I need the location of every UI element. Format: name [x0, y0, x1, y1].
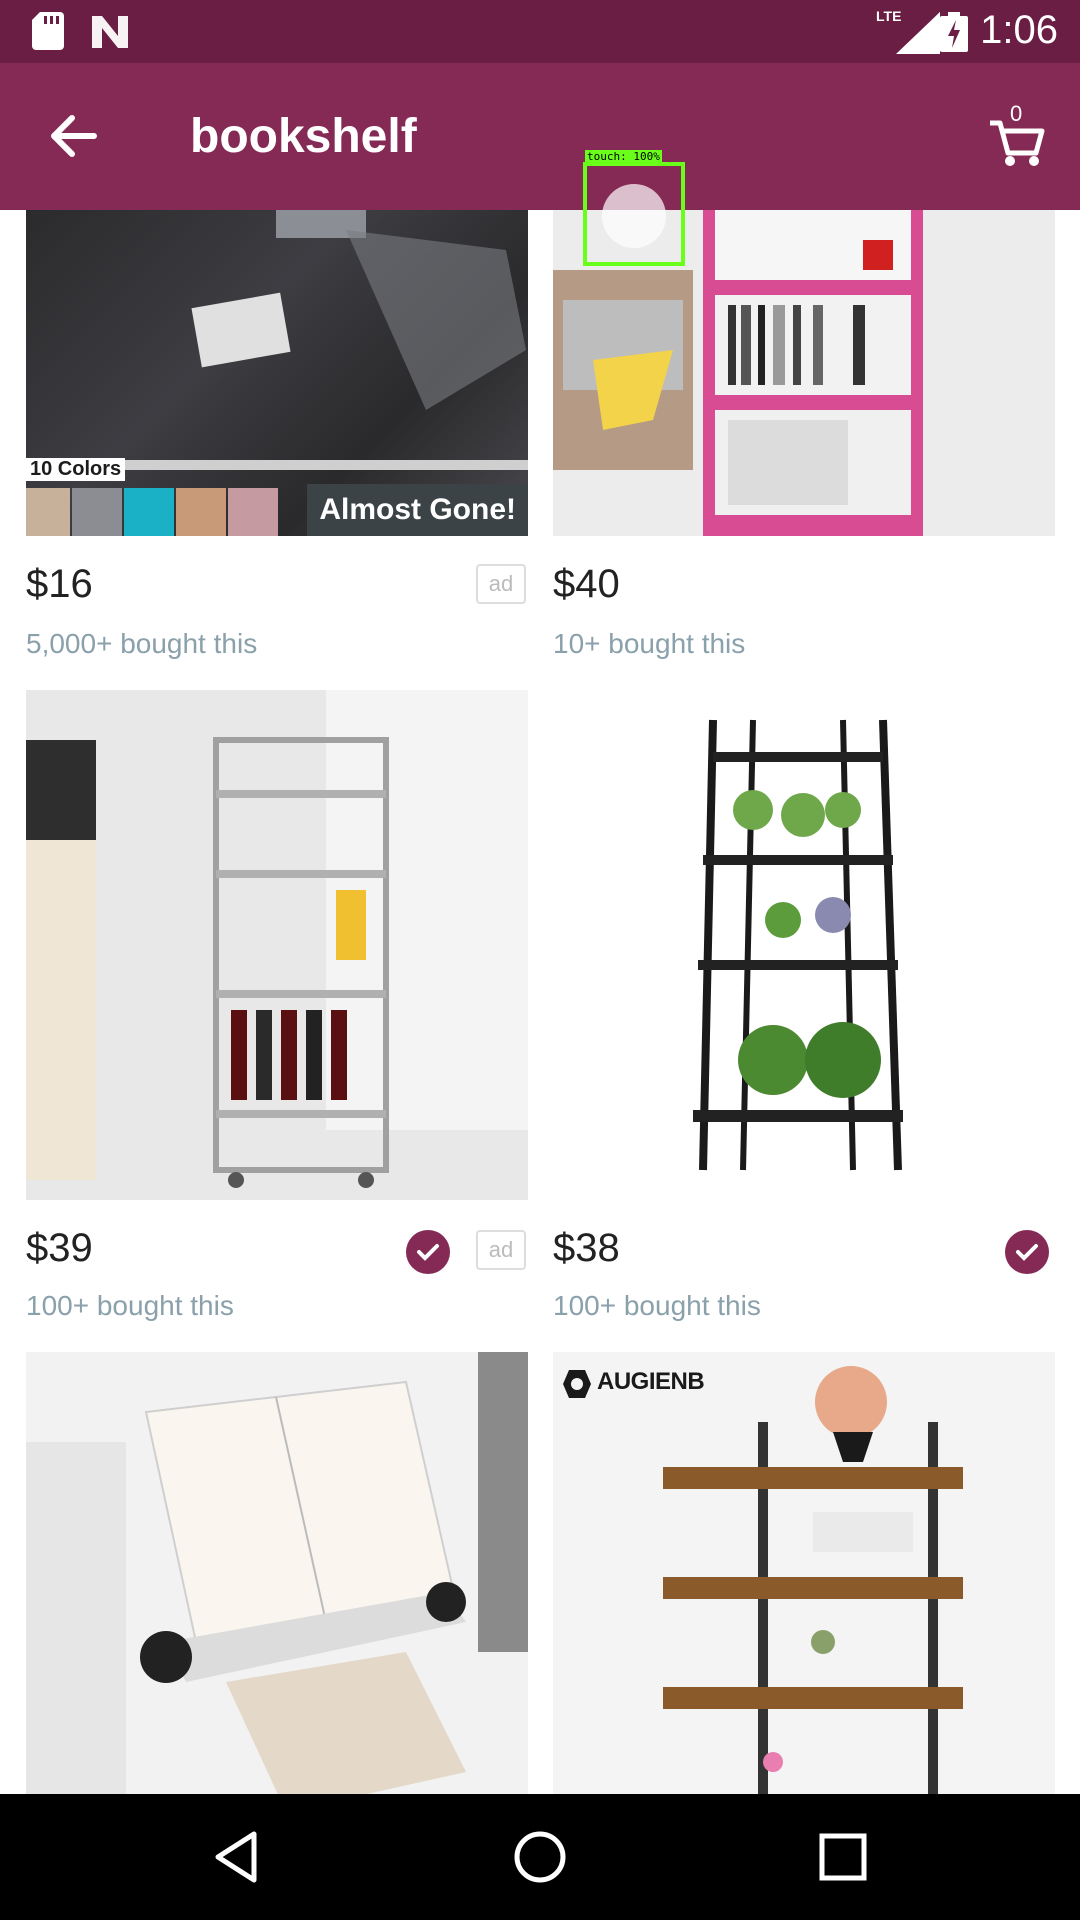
- colors-label: 10 Colors: [26, 458, 126, 481]
- book-stand-illustration: [26, 1352, 528, 1794]
- recents-square-icon[interactable]: [808, 1822, 878, 1892]
- touch-point: [602, 184, 666, 248]
- product-card[interactable]: $38 100+ bought this: [553, 690, 1055, 1340]
- bought-count: 100+ bought this: [553, 1290, 761, 1321]
- system-nav-bar: [0, 1794, 1080, 1920]
- product-card[interactable]: 10 Colors Almost Gone! $16 ad 5,000+ bou…: [26, 210, 528, 680]
- bought-count: 10+ bought this: [553, 628, 746, 659]
- product-card[interactable]: [26, 1352, 528, 1794]
- cart-count-badge: 0: [1010, 101, 1023, 126]
- product-card[interactable]: AUGIENB: [553, 1352, 1055, 1794]
- product-image-rolling-cart[interactable]: [26, 690, 528, 1200]
- product-card[interactable]: $40 10+ bought this: [553, 210, 1055, 680]
- back-triangle-icon[interactable]: [202, 1822, 272, 1892]
- product-card[interactable]: $39 ad 100+ bought this: [26, 690, 528, 1340]
- product-price: $38: [553, 1226, 620, 1270]
- ad-badge: ad: [476, 1230, 526, 1270]
- status-bar: LTE 1:06: [0, 0, 1080, 63]
- battery-charging-icon: [940, 12, 968, 52]
- page-title: bookshelf: [190, 110, 417, 163]
- clock: 1:06: [980, 8, 1058, 52]
- product-image-book-stand[interactable]: [26, 1352, 528, 1794]
- almost-gone-badge: Almost Gone!: [307, 484, 528, 536]
- sd-card-icon: [32, 12, 64, 50]
- rolling-cart-illustration: [26, 690, 528, 1200]
- checkmark-icon: [1016, 1244, 1038, 1261]
- home-circle-icon[interactable]: [505, 1822, 575, 1892]
- app-bar: bookshelf 0: [0, 63, 1080, 210]
- checkmark-icon: [417, 1244, 439, 1261]
- network-type: LTE: [876, 8, 946, 56]
- bought-count: 100+ bought this: [26, 1290, 234, 1321]
- product-price: $16: [26, 562, 93, 606]
- bought-count: 5,000+ bought this: [26, 628, 258, 659]
- product-price: $40: [553, 562, 620, 606]
- verified-badge: [1005, 1230, 1049, 1274]
- signal-icon: [896, 12, 940, 54]
- ad-badge: ad: [476, 564, 526, 604]
- product-image-ladder-shelf[interactable]: [553, 690, 1055, 1200]
- product-image-pipe-shelf[interactable]: AUGIENB: [553, 1352, 1055, 1794]
- pipe-shelf-illustration: [663, 1366, 963, 1794]
- ladder-shelf-illustration: [693, 719, 903, 1171]
- verified-badge: [406, 1230, 450, 1274]
- product-price: $39: [26, 1226, 93, 1270]
- product-grid[interactable]: 10 Colors Almost Gone! $16 ad 5,000+ bou…: [0, 210, 1080, 1794]
- back-arrow-icon[interactable]: [40, 103, 106, 169]
- n-logo-icon: [92, 16, 128, 48]
- product-image-rug[interactable]: 10 Colors Almost Gone!: [26, 210, 528, 536]
